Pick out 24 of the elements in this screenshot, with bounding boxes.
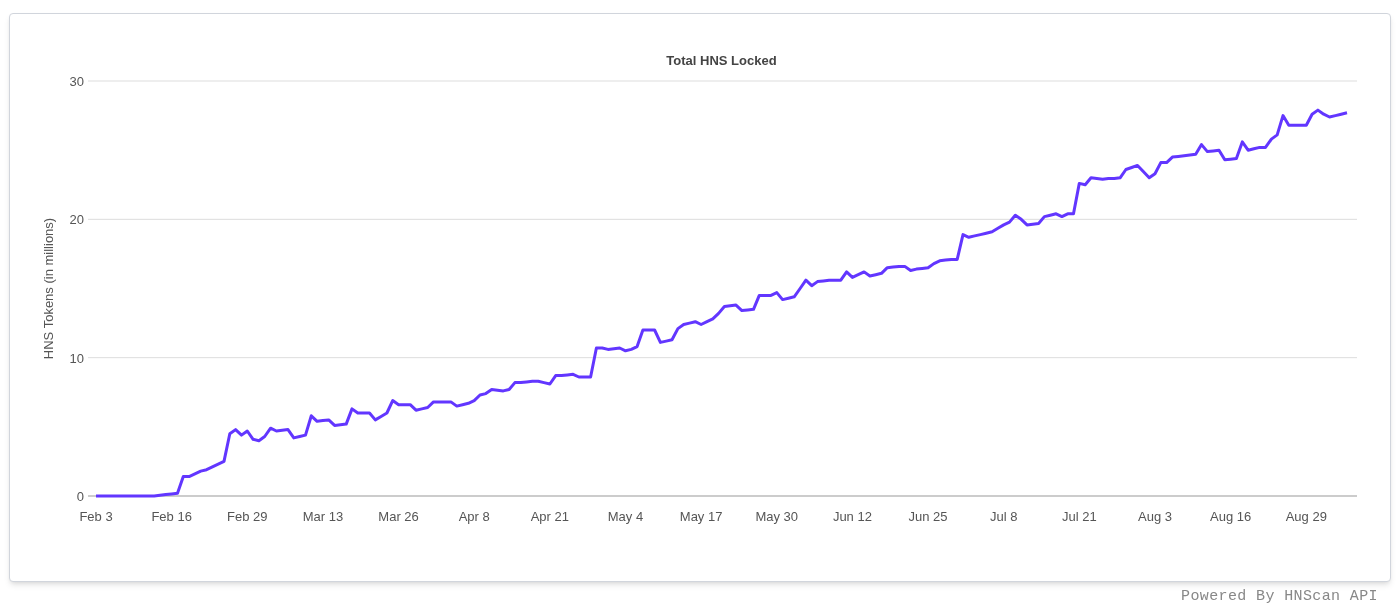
footer-text: Powered By HNScan API — [1181, 587, 1378, 607]
x-tick-label: Jul 8 — [989, 509, 1018, 524]
x-tick-label: Mar 26 — [378, 509, 419, 524]
x-tick-label: Feb 3 — [79, 509, 113, 524]
x-tick-label: Aug 16 — [1210, 509, 1252, 524]
x-tick-label: Aug 3 — [1138, 509, 1172, 524]
x-tick-label: Feb 29 — [227, 509, 268, 524]
y-tick-label: 30 — [69, 74, 84, 89]
x-tick-label: Jun 25 — [908, 509, 948, 524]
x-tick-label: May 4 — [607, 509, 644, 524]
x-tick-label: Apr 21 — [530, 509, 569, 524]
x-tick-label: Aug 29 — [1285, 509, 1327, 524]
x-tick-label: Jul 21 — [1062, 509, 1097, 524]
x-tick-label: Jun 12 — [832, 509, 872, 524]
chart-title: Total HNS Locked — [666, 53, 777, 68]
y-axis-label: HNS Tokens (in millions) — [41, 217, 56, 360]
y-tick-label: 20 — [69, 212, 84, 228]
x-tick-label: Apr 8 — [458, 509, 490, 524]
x-tick-label: Mar 13 — [302, 509, 344, 524]
x-tick-label: May 17 — [679, 509, 723, 524]
y-tick-label: 10 — [69, 350, 84, 366]
x-tick-label: Feb 16 — [151, 509, 192, 524]
y-tick-label: 0 — [76, 489, 84, 504]
x-tick-label: May 30 — [755, 509, 799, 524]
